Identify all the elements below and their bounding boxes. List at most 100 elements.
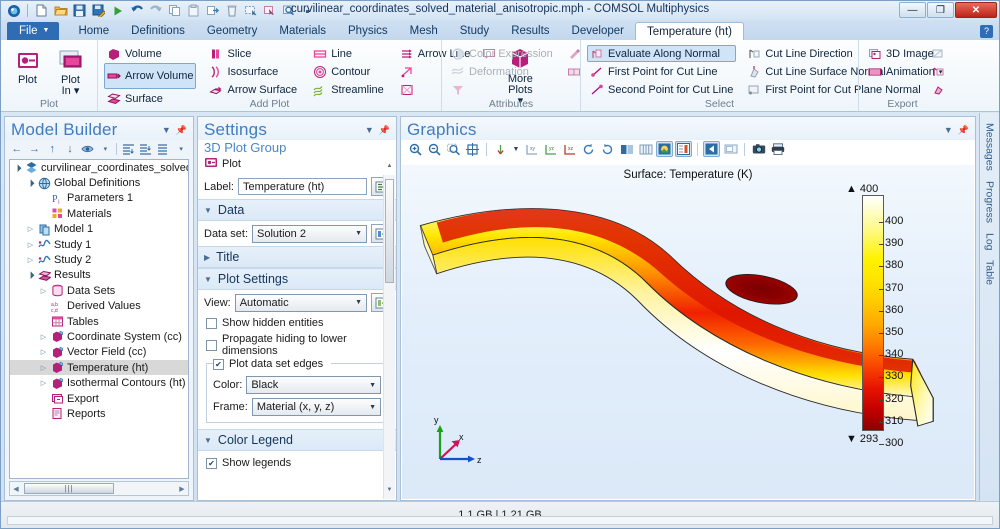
plot-button[interactable]: Plot [7, 47, 48, 97]
move-up-icon[interactable]: ↑ [45, 142, 59, 156]
expand-toggle-closed-icon[interactable]: ▷ [26, 256, 35, 264]
scroll-down-arrow-icon[interactable]: ▼ [385, 487, 394, 497]
redo-icon[interactable] [147, 3, 164, 19]
go-to-xz-view-icon[interactable]: xz [561, 141, 578, 157]
tab-physics[interactable]: Physics [337, 22, 399, 40]
expand-toggle-closed-icon[interactable]: ▷ [39, 333, 48, 341]
section-data-header[interactable]: ▼ Data [198, 199, 396, 221]
transparency-icon[interactable] [618, 141, 635, 157]
delete-icon[interactable] [223, 3, 240, 19]
help-button[interactable]: ? [980, 25, 993, 38]
tree-item-isothermal-contours-ht[interactable]: ▷ Isothermal Contours (ht) [10, 375, 188, 390]
zoom-out-icon[interactable] [426, 141, 443, 157]
tab-log[interactable]: Log [984, 233, 996, 251]
add-contour-plot[interactable]: Contour [310, 63, 387, 80]
scroll-thumb[interactable]: ||| [24, 483, 114, 494]
close-button[interactable]: ✕ [955, 2, 997, 18]
tree-item-curvilinear-coordinates-solved-m[interactable]: ◢ curvilinear_coordinates_solved_m [10, 160, 188, 175]
panel-menu-icon[interactable]: ▼ [365, 125, 374, 135]
save-as-icon[interactable] [90, 3, 107, 19]
tab-file[interactable]: File ▼ [7, 22, 60, 40]
plot-data-set-edges-checkbox[interactable]: ✔ [213, 358, 224, 370]
select-pointer-icon[interactable] [261, 3, 278, 19]
go-to-default-view-icon[interactable] [492, 141, 509, 157]
export-3d-image-button[interactable]: 3D Image [865, 45, 945, 62]
select-all-icon[interactable] [703, 141, 720, 157]
add-volume-plot[interactable]: Volume [104, 45, 196, 62]
move-down-icon[interactable]: ↓ [63, 142, 77, 156]
settings-vscrollbar[interactable]: ▲ ▼ [383, 163, 395, 499]
compute-run-icon[interactable] [109, 3, 126, 19]
tab-home[interactable]: Home [67, 22, 120, 40]
tab-materials[interactable]: Materials [268, 22, 337, 40]
animation-dropdown-icon[interactable]: ▾ [939, 68, 943, 76]
add-streamline-plot[interactable]: Streamline [310, 81, 387, 98]
tree-item-parameters-1[interactable]: Pi Parameters 1 [10, 191, 188, 206]
add-arrow-volume-plot[interactable]: Arrow Volume [104, 63, 197, 89]
tree-item-data-sets[interactable]: ▷ Data Sets [10, 283, 188, 298]
tab-results[interactable]: Results [500, 22, 560, 40]
model-tree-hscrollbar[interactable]: ◀ ||| ▶ [9, 481, 189, 496]
settings-scroll-thumb[interactable] [385, 179, 394, 283]
panel-menu-icon[interactable]: ▼ [162, 125, 171, 135]
expand-toggle-open-icon[interactable]: ◢ [11, 162, 23, 174]
expand-toggle-closed-icon[interactable]: ▷ [39, 348, 48, 356]
duplicate-icon[interactable] [204, 3, 221, 19]
tab-geometry[interactable]: Geometry [196, 22, 269, 40]
expand-toggle-closed-icon[interactable]: ▷ [39, 379, 48, 387]
tree-item-model-1[interactable]: ▷ Model 1 [10, 222, 188, 237]
expand-toggle-closed-icon[interactable]: ▷ [26, 225, 35, 233]
tree-item-tables[interactable]: Tables [10, 314, 188, 329]
tree-item-derived-values[interactable]: a,b c,d Derived Values [10, 299, 188, 314]
open-folder-icon[interactable] [52, 3, 69, 19]
second-point-cut-line-button[interactable]: Second Point for Cut Line [587, 81, 736, 98]
show-legends-checkbox[interactable]: ✔ [206, 457, 217, 469]
tree-item-global-definitions[interactable]: ◢ Global Definitions [10, 175, 188, 190]
scroll-right-arrow-icon[interactable]: ▶ [176, 485, 188, 493]
expand-toggle-closed-icon[interactable]: ▷ [26, 241, 35, 249]
add-slice-plot[interactable]: Slice [206, 45, 300, 62]
tree-item-study-1[interactable]: ▷ Study 1 [10, 237, 188, 252]
color-expression-button[interactable]: Color Expression [448, 45, 556, 62]
show-legends-row[interactable]: ✔ Show legends [198, 451, 396, 471]
tab-mesh[interactable]: Mesh [399, 22, 449, 40]
scroll-left-arrow-icon[interactable]: ◀ [10, 485, 22, 493]
save-icon[interactable] [71, 3, 88, 19]
scene-light-icon[interactable] [656, 141, 673, 157]
data-set-select[interactable]: Solution 2 ▼ [252, 224, 367, 243]
node-options-icon[interactable] [157, 142, 171, 156]
expand-all-icon[interactable] [139, 142, 153, 156]
model-tree[interactable]: ◢ curvilinear_coordinates_solved_m ◢ Global… [9, 159, 189, 479]
comsol-logo-icon[interactable] [5, 3, 22, 19]
tab-definitions[interactable]: Definitions [120, 22, 196, 40]
filter-button[interactable] [448, 81, 556, 98]
show-hidden-entities-row[interactable]: Show hidden entities [198, 315, 396, 331]
select-box-icon[interactable] [242, 3, 259, 19]
tab-study[interactable]: Study [449, 22, 500, 40]
tab-table[interactable]: Table [984, 260, 996, 285]
zoom-box-icon[interactable] [445, 141, 462, 157]
tree-item-vector-field-cc[interactable]: ▷ Vector Field (cc) [10, 345, 188, 360]
show-hide-icon[interactable] [81, 142, 95, 156]
first-point-cut-line-button[interactable]: First Point for Cut Line [587, 63, 736, 80]
tab-developer[interactable]: Developer [561, 22, 635, 40]
zoom-extents-icon[interactable] [464, 141, 481, 157]
add-arrow-surface-plot[interactable]: Arrow Surface [206, 81, 300, 98]
show-hide-dropdown-icon[interactable]: ▾ [99, 142, 113, 156]
plot-data-set-edges-row[interactable]: ✔ Plot data set edges [213, 358, 331, 374]
tree-item-coordinate-system-cc[interactable]: ▷ Coordinate System (cc) [10, 329, 188, 344]
print-icon[interactable] [769, 141, 786, 157]
back-arrow-icon[interactable]: ← [10, 142, 24, 156]
rotate-ccw-icon[interactable] [580, 141, 597, 157]
deformation-button[interactable]: Deformation [448, 63, 556, 80]
pin-icon[interactable]: 📌 [176, 125, 187, 136]
evaluate-along-normal-button[interactable]: Evaluate Along Normal [587, 45, 737, 62]
tree-item-reports[interactable]: Reports [10, 406, 188, 421]
expand-toggle-closed-icon[interactable]: ▷ [39, 287, 48, 295]
view-dropdown-icon[interactable]: ▼ [511, 141, 521, 157]
section-title-header[interactable]: ▶ Title [198, 246, 396, 268]
settings-plot-action[interactable]: Plot [198, 157, 396, 174]
pin-icon[interactable]: 📌 [958, 125, 969, 136]
zoom-in-icon[interactable] [407, 141, 424, 157]
go-to-xy-view-icon[interactable]: xy [523, 141, 540, 157]
